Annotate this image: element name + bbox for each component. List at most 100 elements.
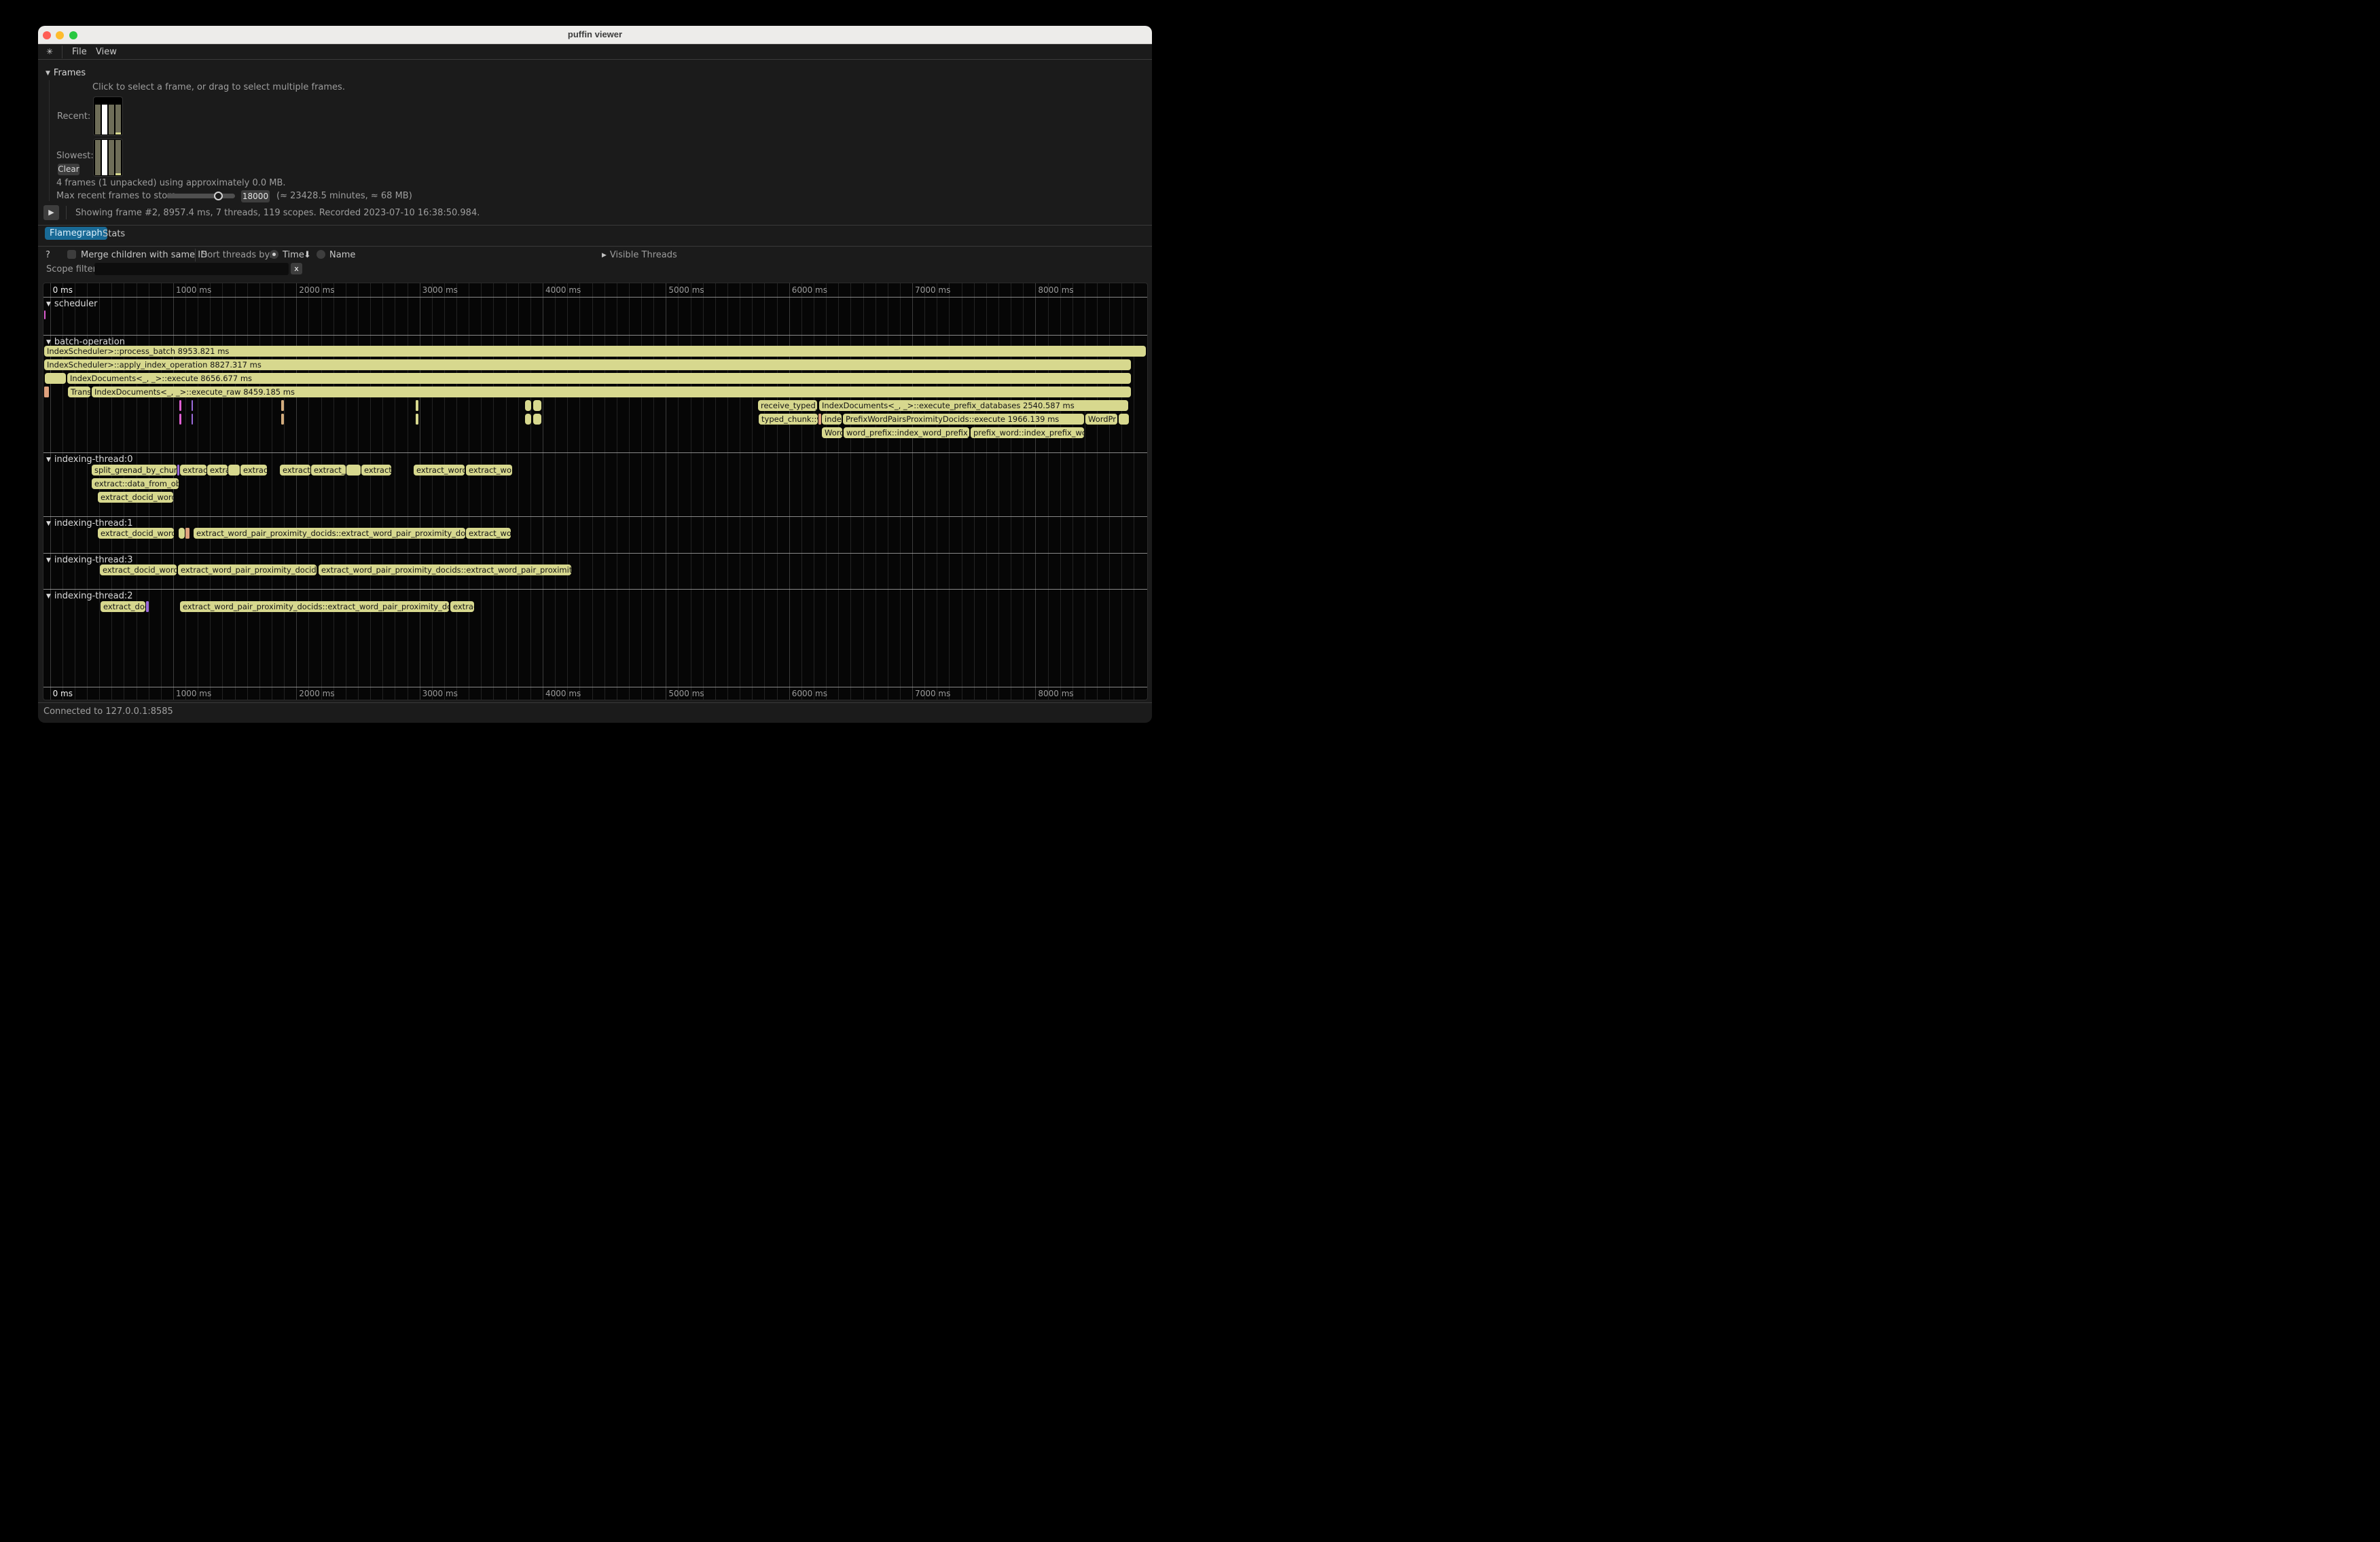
frame-stripe[interactable] [115, 140, 121, 175]
flamegraph-span[interactable]: extrac [450, 601, 474, 612]
frame-stripe[interactable] [95, 105, 101, 135]
play-button[interactable]: ▶ [43, 205, 59, 220]
flamegraph-span[interactable] [179, 414, 181, 425]
flamegraph-span[interactable] [525, 400, 531, 411]
flamegraph-span[interactable]: extract [361, 465, 391, 476]
flamegraph-span[interactable]: extract_doc [101, 601, 145, 612]
flamegraph-span[interactable] [346, 465, 361, 476]
flamegraph-span[interactable]: split_grenad_by_chun [92, 465, 177, 476]
thread-section-header[interactable]: ▼indexing-thread:2 [46, 591, 133, 601]
play-divider [66, 206, 67, 219]
flamegraph-span[interactable]: extract_ [280, 465, 310, 476]
flamegraph-panel[interactable]: 0 ms0 ms1000 ms1000 ms2000 ms2000 ms3000… [43, 283, 1148, 700]
flamegraph-span[interactable] [1119, 414, 1129, 425]
flamegraph-span[interactable]: prefix_word::index_prefix_wo [971, 427, 1084, 438]
frame-stripe[interactable] [109, 140, 114, 175]
flamegraph-span[interactable]: extract_docid_word [98, 528, 174, 539]
flamegraph-span[interactable] [192, 414, 193, 425]
window-title: puffin viewer [38, 29, 1152, 39]
flamegraph-span[interactable] [281, 414, 284, 425]
frames-section-header[interactable]: ▼Frames [46, 68, 86, 78]
flamegraph-span[interactable] [192, 400, 193, 411]
max-frames-value[interactable]: 18000 [241, 190, 270, 202]
flamegraph-span[interactable] [185, 528, 190, 539]
scope-filter-input[interactable] [94, 263, 289, 275]
flamegraph-span[interactable]: extract_wo [466, 465, 512, 476]
flamegraph-span[interactable]: PrefixWordPairsProximityDocids::execute … [843, 414, 1084, 425]
tab-stats[interactable]: Stats [103, 229, 125, 239]
thread-section-header[interactable]: ▼indexing-thread:3 [46, 555, 133, 565]
collapse-triangle-icon: ▼ [46, 557, 51, 564]
frame-stripe[interactable] [95, 140, 101, 175]
help-button[interactable]: ? [46, 250, 50, 260]
flamegraph-span[interactable]: word_prefix::index_word_prefix_ [844, 427, 969, 438]
flamegraph-span[interactable]: IndexDocuments<_, _>::execute_prefix_dat… [819, 400, 1128, 411]
flamegraph-span[interactable]: extract_word_pair_proximity_docids::extr… [194, 528, 465, 539]
flamegraph-span[interactable] [416, 414, 418, 425]
flamegraph-span[interactable] [818, 414, 821, 425]
flamegraph-span[interactable] [44, 310, 46, 319]
flamegraph-span[interactable]: index [822, 414, 842, 425]
sort-name-radio[interactable] [317, 250, 325, 259]
sort-time-radio[interactable] [270, 250, 278, 259]
frame-stripe[interactable] [115, 105, 121, 135]
flamegraph-span[interactable]: extract::data_from_ob [92, 478, 179, 489]
flamegraph-span[interactable]: Word [822, 427, 842, 438]
flamegraph-span[interactable]: typed_chunk::w [759, 414, 818, 425]
recent-label: Recent: [57, 111, 90, 122]
flamegraph-span[interactable]: extract_docid_word [98, 492, 173, 503]
flamegraph-span[interactable]: IndexScheduler>::apply_index_operation 8… [44, 359, 1131, 370]
flamegraph-span[interactable]: extract_word_pair_proximity_docids [178, 564, 317, 575]
flamegraph-span[interactable] [525, 414, 531, 425]
flamegraph-span[interactable] [179, 400, 181, 411]
flamegraph-span[interactable]: receive_typed_ [758, 400, 817, 411]
thread-section-header[interactable]: ▼scheduler [46, 299, 98, 309]
flamegraph-span[interactable]: extract_word [414, 465, 465, 476]
visible-threads-header[interactable]: ▶Visible Threads [602, 250, 677, 260]
theme-toggle-sun-icon[interactable]: ✳ [46, 47, 53, 56]
flamegraph-span[interactable]: extract [180, 465, 206, 476]
flamegraph-span[interactable] [533, 414, 541, 425]
frame-stripe[interactable] [109, 105, 114, 135]
flamegraph-span[interactable]: extract_wo [466, 528, 511, 539]
flamegraph-span[interactable] [177, 465, 179, 476]
flamegraph-span[interactable]: IndexScheduler>::process_batch 8953.821 … [44, 346, 1146, 357]
merge-children-checkbox[interactable] [67, 250, 76, 259]
flamegraph-span[interactable] [416, 400, 418, 411]
merge-children-label[interactable]: Merge children with same ID [81, 250, 207, 260]
flamegraph-span[interactable]: extra [207, 465, 228, 476]
flamegraph-span[interactable]: WordPr [1085, 414, 1117, 425]
sort-name-label[interactable]: Name [329, 250, 355, 260]
frame-stripe[interactable] [102, 140, 107, 175]
clear-filter-button[interactable]: x [291, 263, 302, 274]
recent-frames-thumbnail[interactable] [93, 96, 123, 136]
flamegraph-span[interactable]: extract_docid_word [100, 564, 177, 575]
menu-view[interactable]: View [96, 47, 117, 57]
flamegraph-span[interactable]: extract_ [311, 465, 346, 476]
thread-section-header[interactable]: ▼indexing-thread:1 [46, 518, 133, 528]
flamegraph-span[interactable] [228, 465, 240, 476]
max-frames-slider[interactable] [166, 194, 235, 198]
flamegraph-span[interactable] [45, 373, 66, 384]
flamegraph-span[interactable] [146, 601, 149, 612]
sort-time-label[interactable]: Time [283, 250, 304, 260]
frame-stripe[interactable] [102, 105, 107, 135]
section-separator-line [43, 297, 1147, 298]
thread-section-header[interactable]: ▼indexing-thread:0 [46, 454, 133, 465]
flamegraph-span[interactable] [281, 400, 284, 411]
flamegraph-span[interactable]: extrac [240, 465, 267, 476]
sort-direction-arrow-icon[interactable]: ⬇ [304, 250, 311, 260]
flamegraph-span[interactable]: IndexDocuments<_, _>::execute_raw 8459.1… [92, 387, 1131, 397]
flamegraph-span[interactable] [533, 400, 541, 411]
flamegraph-span[interactable]: IndexDocuments<_, _>::execute 8656.677 m… [67, 373, 1131, 384]
flamegraph-span[interactable]: extract_word_pair_proximity_docids::extr… [180, 601, 449, 612]
flamegraph-span[interactable] [179, 528, 185, 539]
menu-file[interactable]: File [72, 47, 87, 57]
flamegraph-span[interactable]: extract_word_pair_proximity_docids::extr… [319, 564, 571, 575]
slowest-frames-thumbnail[interactable] [93, 139, 123, 177]
tab-flamegraph[interactable]: Flamegraph [45, 227, 107, 240]
max-frames-slider-handle[interactable] [214, 192, 223, 200]
clear-button[interactable]: Clear [58, 164, 79, 175]
flamegraph-span[interactable]: Trans [68, 387, 90, 397]
flamegraph-span[interactable] [44, 387, 49, 397]
